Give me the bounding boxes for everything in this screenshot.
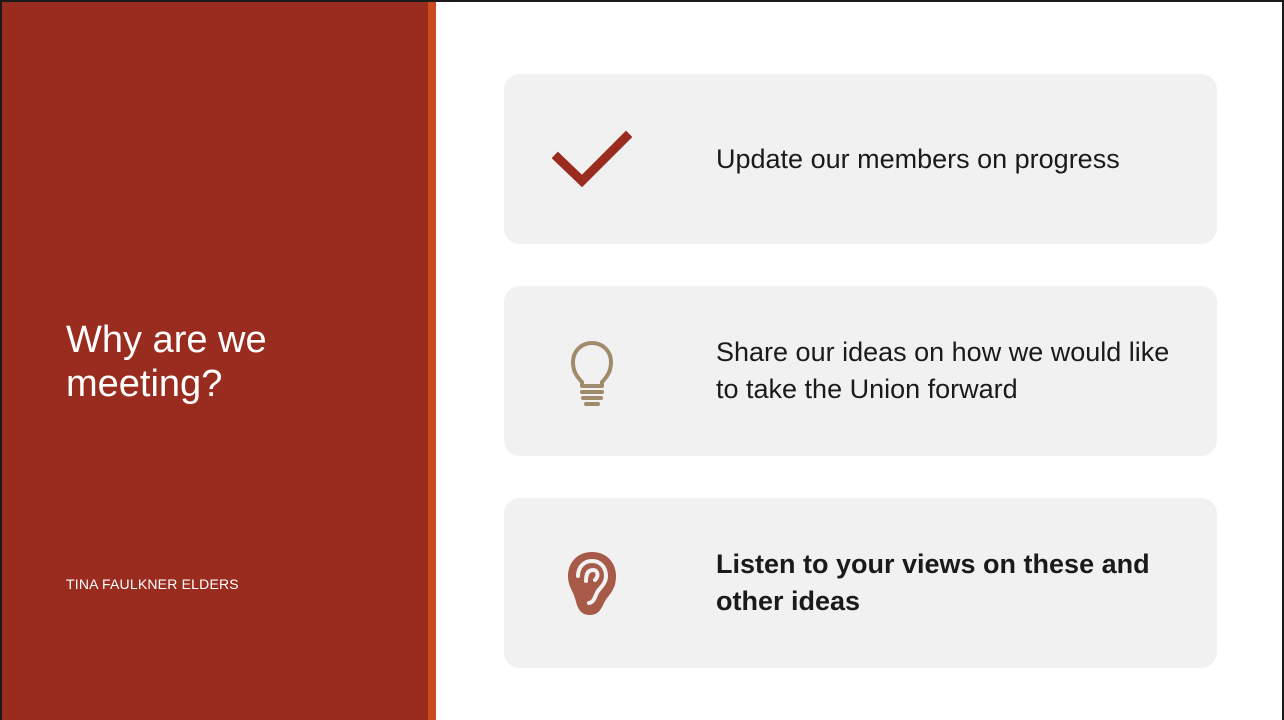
slide-title: Why are we meeting? — [66, 319, 267, 405]
presenter-name: TINA FAULKNER ELDERS — [66, 576, 239, 592]
agenda-item-update: Update our members on progress — [504, 74, 1217, 244]
agenda-item-share: Share our ideas on how we would like to … — [504, 286, 1217, 456]
ear-icon — [552, 543, 632, 623]
checkmark-icon — [551, 119, 633, 199]
agenda-item-text: Update our members on progress — [716, 143, 1120, 174]
slide: Why are we meeting? TINA FAULKNER ELDERS… — [0, 0, 1284, 720]
accent-bar — [428, 2, 436, 720]
agenda-item-text: Share our ideas on how we would like to … — [716, 337, 1170, 404]
agenda-item-text: Listen to your views on these and other … — [716, 549, 1150, 616]
agenda-item-listen: Listen to your views on these and other … — [504, 498, 1217, 668]
title-panel: Why are we meeting? TINA FAULKNER ELDERS — [2, 2, 428, 720]
lightbulb-icon — [552, 331, 632, 411]
